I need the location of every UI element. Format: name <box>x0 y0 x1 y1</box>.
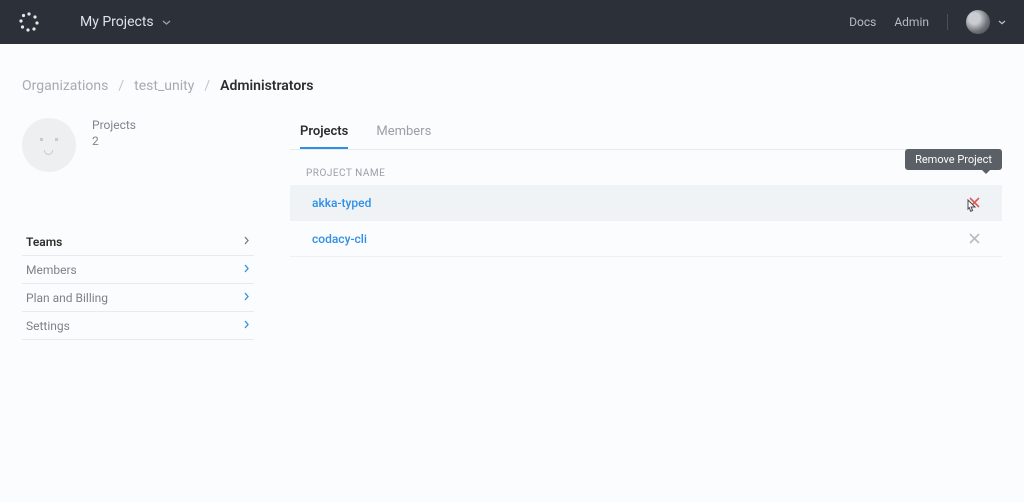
tab-members[interactable]: Members <box>376 118 431 149</box>
my-projects-dropdown[interactable]: My Projects <box>80 14 171 30</box>
breadcrumb-separator: / <box>118 78 124 94</box>
tabs: Projects Members <box>290 118 1002 150</box>
sidebar-item-settings[interactable]: Settings <box>22 312 254 340</box>
docs-link[interactable]: Docs <box>849 15 876 29</box>
sidebar-item-label: Settings <box>26 319 70 333</box>
chevron-down-icon <box>998 17 1006 28</box>
crumb-test-unity[interactable]: test_unity <box>134 78 194 94</box>
tooltip-text: Remove Project <box>915 153 992 166</box>
sidebar-item-members[interactable]: Members <box>22 256 254 284</box>
breadcrumb: Organizations / test_unity / Administrat… <box>22 78 1002 94</box>
crumb-organizations[interactable]: Organizations <box>22 78 108 94</box>
topbar: My Projects Docs Admin <box>0 0 1024 44</box>
chevron-right-icon <box>244 263 250 276</box>
main: Projects Members PROJECT NAME akka-typed… <box>272 118 1002 340</box>
avatar-icon <box>966 10 990 34</box>
admin-link[interactable]: Admin <box>894 15 929 29</box>
projects-table: PROJECT NAME akka-typed codacy-cli <box>290 162 1002 257</box>
projects-count: 2 <box>92 134 136 148</box>
projects-label: Projects <box>92 118 136 132</box>
remove-project-button[interactable] <box>969 197 980 208</box>
project-link[interactable]: akka-typed <box>312 196 371 210</box>
sidebar-item-label: Plan and Billing <box>26 291 108 305</box>
tab-projects[interactable]: Projects <box>300 118 348 149</box>
sidebar: Projects 2 Teams Members <box>22 118 272 340</box>
page: Organizations / test_unity / Administrat… <box>0 44 1024 340</box>
sidebar-item-label: Teams <box>26 235 62 249</box>
remove-project-button[interactable] <box>969 233 980 244</box>
table-row[interactable]: akka-typed <box>290 185 1002 221</box>
sidebar-item-plan-billing[interactable]: Plan and Billing <box>22 284 254 312</box>
side-nav: Teams Members Plan and Billing <box>22 228 254 340</box>
team-avatar-icon <box>22 118 76 172</box>
table-header-project-name: PROJECT NAME <box>290 162 1002 185</box>
chevron-right-icon <box>244 319 250 332</box>
team-summary: Projects 2 <box>22 118 254 172</box>
breadcrumb-separator: / <box>204 78 210 94</box>
project-link[interactable]: codacy-cli <box>312 232 367 246</box>
sidebar-item-teams[interactable]: Teams <box>22 228 254 256</box>
chevron-right-icon <box>244 235 250 248</box>
crumb-administrators: Administrators <box>220 78 313 94</box>
user-menu[interactable] <box>966 10 1006 34</box>
chevron-down-icon <box>162 14 171 30</box>
remove-project-tooltip: Remove Project <box>905 149 1002 170</box>
sidebar-item-label: Members <box>26 263 77 277</box>
divider <box>947 14 948 30</box>
my-projects-label: My Projects <box>80 14 154 30</box>
logo-icon[interactable] <box>18 11 40 33</box>
chevron-right-icon <box>244 291 250 304</box>
table-row[interactable]: codacy-cli <box>290 221 1002 257</box>
